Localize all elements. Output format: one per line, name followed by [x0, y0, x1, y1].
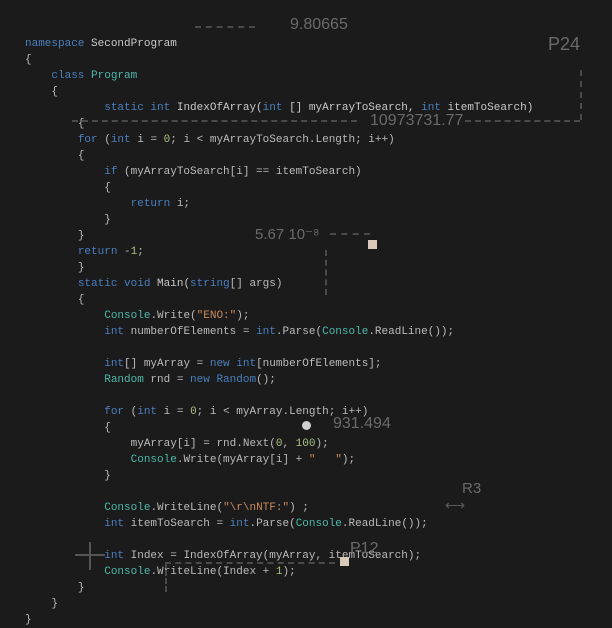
annotation-value: 9.80665	[290, 16, 348, 34]
annotation-value: 10973731.77	[370, 112, 463, 130]
dash-line	[72, 120, 357, 122]
annotation-value: 931.494	[333, 415, 391, 433]
dash-line	[465, 120, 580, 122]
annotation-label: P24	[548, 34, 580, 55]
circle-marker	[302, 421, 311, 430]
dash-line	[165, 562, 167, 592]
dash-line	[165, 562, 335, 564]
square-marker	[368, 240, 377, 249]
annotation-value: 5.67 10⁻⁸	[255, 225, 319, 243]
arrow-icon: ⟷	[445, 498, 465, 515]
namespace-name: SecondProgram	[91, 38, 177, 50]
keyword: namespace	[25, 38, 84, 50]
square-marker	[340, 557, 349, 566]
dash-line	[325, 250, 327, 295]
dash-line	[330, 233, 370, 235]
annotation-label: P12	[350, 540, 378, 558]
dash-line	[580, 70, 582, 120]
annotation-label: R3	[462, 480, 481, 497]
dash-line	[195, 26, 255, 28]
